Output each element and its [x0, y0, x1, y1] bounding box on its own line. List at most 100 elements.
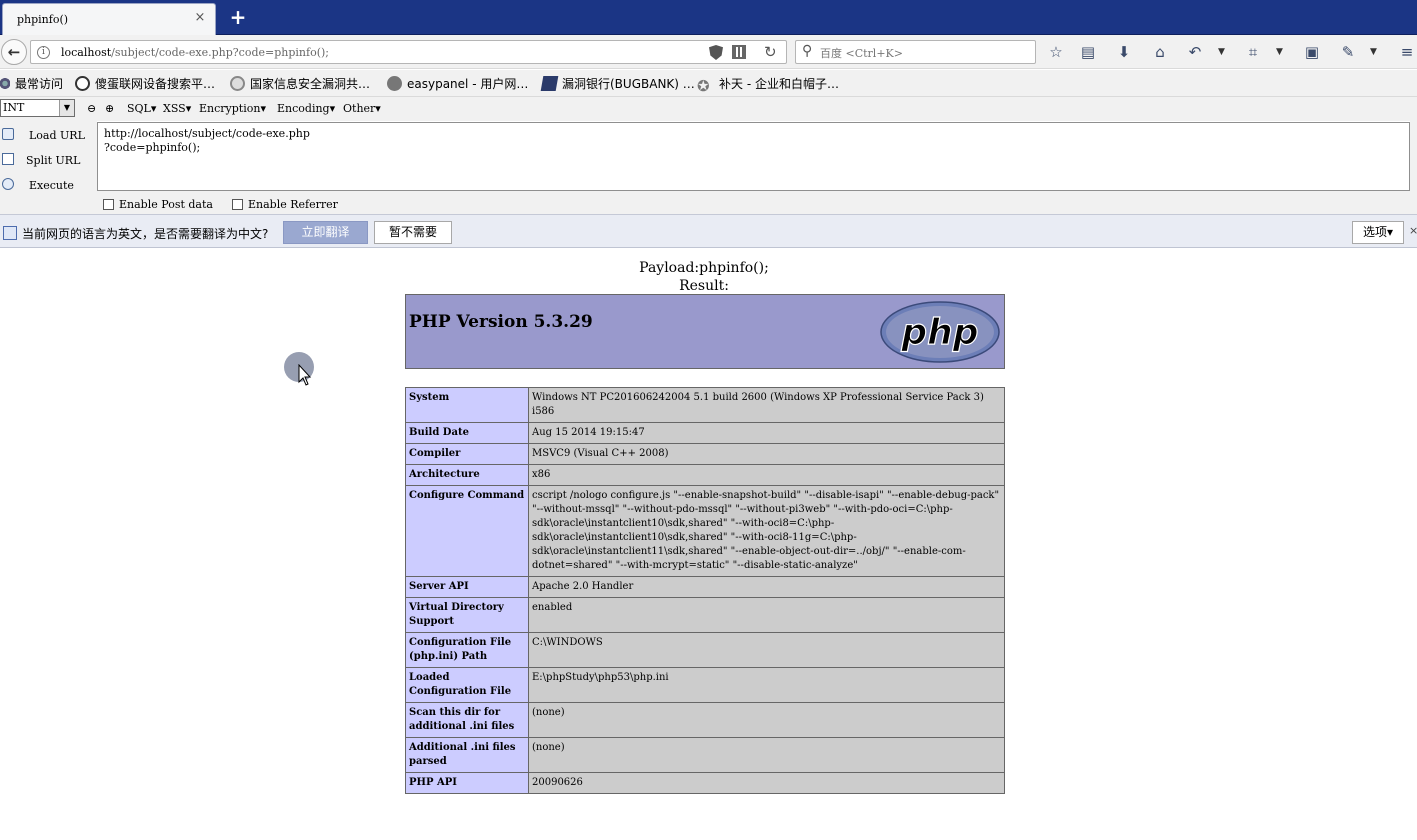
address-bar[interactable]: i localhost/subject/code-exe.php?code=ph…	[30, 40, 787, 64]
info-key: Architecture	[405, 464, 529, 486]
execute-button[interactable]: Execute	[0, 175, 96, 195]
bookmark-item[interactable]: 国家信息安全漏洞共…	[230, 75, 370, 93]
menu-encryption[interactable]: Encryption▾	[199, 102, 266, 115]
info-key: Configure Command	[405, 485, 529, 577]
info-value: MSVC9 (Visual C++ 2008)	[528, 443, 1005, 465]
button-label: Split URL	[26, 154, 81, 167]
star-icon: ✪	[697, 77, 710, 95]
play-icon	[2, 178, 14, 190]
menu-encoding[interactable]: Encoding▾	[277, 102, 335, 115]
info-value: cscript /nologo configure.js "--enable-s…	[528, 485, 1005, 577]
menu-label: SQL	[127, 102, 151, 115]
chevron-down-icon[interactable]: ▼	[1276, 42, 1283, 62]
info-key: System	[405, 387, 529, 423]
info-value: Windows NT PC201606242004 5.1 build 2600…	[528, 387, 1005, 423]
hackbar-buttons: Load URL Split URL Execute	[0, 121, 97, 214]
info-value: Aug 15 2014 19:15:47	[528, 422, 1005, 444]
bookmark-item[interactable]: 傻蛋联网设备搜索平…	[75, 75, 215, 93]
info-value: 20090626	[528, 772, 1005, 794]
decrease-icon[interactable]: ⊖	[87, 102, 96, 115]
php-version: PHP Version 5.3.29	[409, 312, 593, 332]
menu-label: Other	[343, 102, 376, 115]
table-row: Additional .ini files parsed (none)	[405, 737, 1005, 773]
menu-other[interactable]: Other▾	[343, 102, 381, 115]
undo-icon[interactable]: ↶	[1185, 42, 1205, 62]
hackbar-toolbar: INT ▼ ⊖ ⊕ SQL▾ XSS▾ Encryption▾ Encoding▾…	[0, 97, 1417, 121]
info-value: E:\phpStudy\php53\php.ini	[528, 667, 1005, 703]
int-select-value: INT	[3, 101, 25, 114]
bookmark-label: easypanel - 用户网…	[407, 77, 529, 91]
close-icon[interactable]: ×	[1409, 224, 1417, 237]
table-row: Scan this dir for additional .ini files(…	[405, 702, 1005, 738]
chevron-down-icon[interactable]: ▼	[59, 100, 74, 116]
back-button[interactable]: ←	[1, 39, 27, 65]
tools-icon[interactable]: ✎	[1338, 42, 1358, 62]
translate-now-button[interactable]: 立即翻译	[283, 221, 368, 244]
scissors-icon	[2, 153, 14, 165]
info-value: x86	[528, 464, 1005, 486]
bank-icon	[540, 76, 559, 91]
bookmark-item[interactable]: 最常访问	[0, 75, 63, 93]
table-row: Configuration File (php.ini) Path C:\WIND…	[405, 632, 1005, 668]
info-value: (none)	[528, 737, 1005, 773]
button-label: Load URL	[29, 129, 85, 142]
shield-icon	[230, 76, 245, 91]
home-icon[interactable]: ⌂	[1150, 42, 1170, 62]
close-icon[interactable]: ×	[193, 11, 207, 25]
chevron-down-icon[interactable]: ▼	[1218, 42, 1225, 62]
table-row: Build Date Aug 15 2014 19:15:47	[405, 422, 1005, 444]
chevron-down-icon[interactable]: ▼	[1370, 42, 1377, 62]
info-key: Server API	[405, 576, 529, 598]
menu-icon[interactable]: ≡	[1397, 42, 1417, 62]
info-key: Loaded Configuration File	[405, 667, 529, 703]
checkbox-icon	[232, 199, 243, 210]
payload-header: Payload:phpinfo(); Result:	[0, 259, 1408, 295]
screenshot-icon[interactable]: ▣	[1302, 42, 1322, 62]
bookmark-item[interactable]: 漏洞银行(BUGBANK) …	[540, 75, 695, 93]
options-button[interactable]: 选项▾	[1352, 221, 1404, 244]
menu-label: XSS	[163, 102, 186, 115]
new-tab-button[interactable]: +	[229, 7, 247, 27]
info-value: enabled	[528, 597, 1005, 633]
navigation-toolbar: ← i localhost/subject/code-exe.php?code=…	[0, 35, 1417, 69]
enable-post-checkbox[interactable]: Enable Post data	[103, 198, 213, 211]
split-url-button[interactable]: Split URL	[0, 150, 96, 170]
url-text[interactable]: localhost/subject/code-exe.php?code=phpi…	[61, 46, 329, 59]
translate-message: 当前网页的语言为英文，是否需要翻译为中文?	[22, 227, 269, 241]
int-select[interactable]: INT ▼	[0, 99, 75, 117]
increase-icon[interactable]: ⊕	[105, 102, 114, 115]
hackbar-url-textarea[interactable]: http://localhost/subject/code-exe.php ?c…	[97, 122, 1410, 191]
reading-list-icon[interactable]: ▤	[1078, 42, 1098, 62]
tab-title: phpinfo()	[17, 13, 69, 26]
info-value: Apache 2.0 Handler	[528, 576, 1005, 598]
php-info-table: System Windows NT PC201606242004 5.1 buil…	[405, 387, 1005, 794]
info-key: PHP API	[405, 772, 529, 794]
menu-label: Encoding	[277, 102, 330, 115]
star-icon[interactable]: ☆	[1046, 42, 1066, 62]
checkbox-icon	[103, 199, 114, 210]
shield-icon[interactable]	[709, 45, 723, 60]
bookmark-label: 国家信息安全漏洞共…	[250, 77, 371, 91]
reload-icon[interactable]: ↻	[764, 43, 777, 61]
crop-icon[interactable]: ⌗	[1243, 42, 1263, 62]
not-needed-button[interactable]: 暂不需要	[374, 221, 452, 244]
url-host: localhost	[61, 46, 112, 59]
php-version-banner: PHP Version 5.3.29 php	[405, 294, 1005, 369]
load-url-button[interactable]: Load URL	[0, 125, 96, 145]
tab-phpinfo[interactable]: phpinfo() ×	[2, 3, 216, 35]
page-content: Payload:phpinfo(); Result: PHP Version 5…	[0, 249, 1417, 840]
qr-code-icon[interactable]	[732, 45, 746, 59]
enable-referrer-checkbox[interactable]: Enable Referrer	[232, 198, 338, 211]
search-input[interactable]: ⚲ 百度 <Ctrl+K>	[795, 40, 1036, 64]
load-icon	[2, 128, 14, 140]
bookmark-item[interactable]: ✪ 补天 - 企业和白帽子…	[697, 75, 839, 95]
info-icon[interactable]: i	[37, 46, 50, 59]
menu-sql[interactable]: SQL▾	[127, 102, 156, 115]
bookmark-label: 最常访问	[15, 77, 64, 91]
globe-icon	[75, 76, 90, 91]
bookmark-item[interactable]: easypanel - 用户网…	[387, 75, 528, 93]
menu-xss[interactable]: XSS▾	[163, 102, 191, 115]
download-icon[interactable]: ⬇	[1114, 42, 1134, 62]
info-key: Configuration File (php.ini) Path	[405, 632, 529, 668]
table-row: Compiler MSVC9 (Visual C++ 2008)	[405, 443, 1005, 465]
